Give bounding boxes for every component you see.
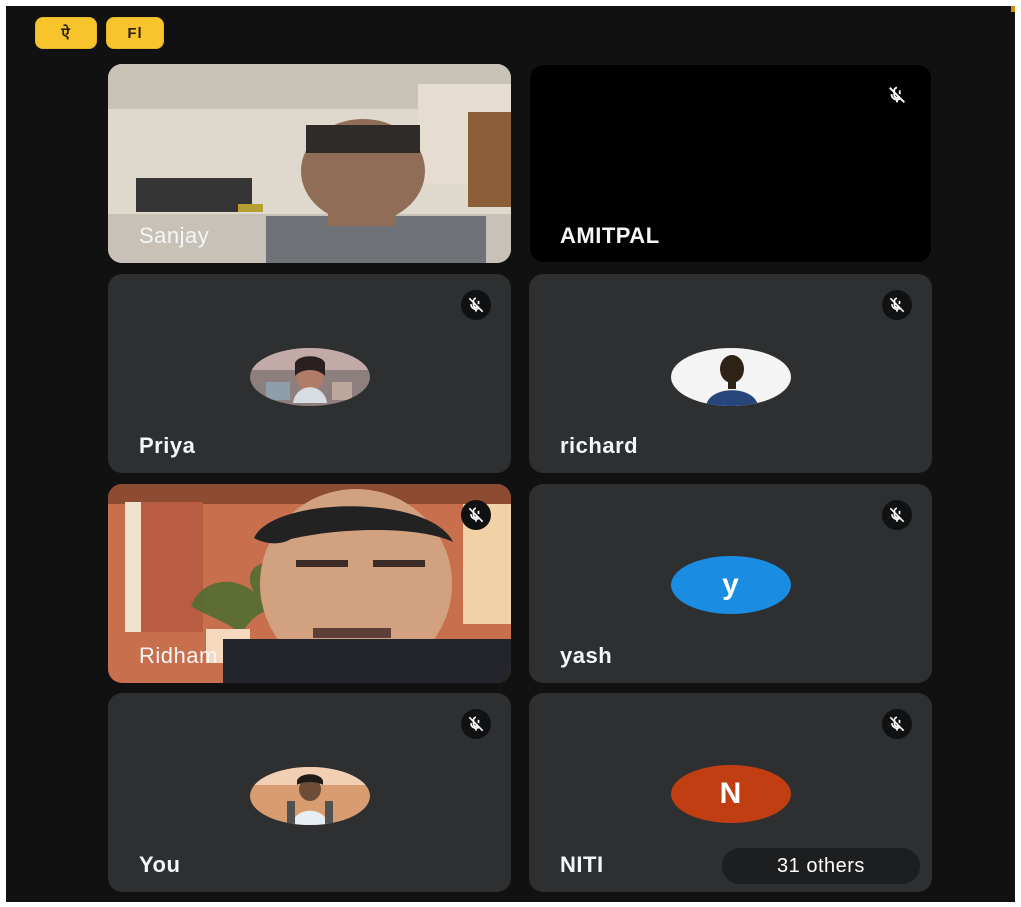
mic-off-icon xyxy=(882,500,912,530)
participant-name-you: You xyxy=(139,852,181,877)
participant-tile-priya[interactable]: Priya xyxy=(108,274,511,473)
layout-toggle-button[interactable]: Fl xyxy=(106,17,164,49)
mic-off-icon xyxy=(461,290,491,320)
layout-icon: Fl xyxy=(127,24,143,42)
caption-toggle-button[interactable]: ऐ xyxy=(35,17,97,49)
mic-off-icon xyxy=(461,500,491,530)
mic-off-icon xyxy=(461,709,491,739)
participant-name-ridham: Ridham xyxy=(139,643,218,668)
participant-tile-you[interactable]: You xyxy=(108,693,511,892)
participant-tile-niti[interactable]: N NITI 31 others xyxy=(529,693,932,892)
participant-avatar-yash: y xyxy=(670,556,791,614)
mic-off-icon xyxy=(882,80,912,110)
participant-name-priya: Priya xyxy=(139,433,196,458)
other-participants-button[interactable]: 31 others xyxy=(722,848,920,884)
participant-avatar-niti: N xyxy=(670,765,791,823)
participant-tile-sanjay[interactable]: Sanjay xyxy=(108,64,511,263)
corner-accent xyxy=(1011,6,1015,12)
participant-name-niti: NITI xyxy=(560,852,604,877)
participant-photo-you xyxy=(249,767,370,825)
meeting-window: ऐ Fl Sanjay AMITPAL Priya richard Ridham… xyxy=(6,6,1015,902)
participant-name-richard: richard xyxy=(560,433,639,458)
mic-off-icon xyxy=(882,290,912,320)
participant-photo-priya xyxy=(249,348,370,406)
participant-name-sanjay: Sanjay xyxy=(139,223,210,248)
participant-photo-richard xyxy=(670,348,791,406)
participant-tile-yash[interactable]: y yash xyxy=(529,484,932,683)
participant-tile-amitpal[interactable]: AMITPAL xyxy=(529,64,932,263)
participant-name-amitpal: AMITPAL xyxy=(560,223,660,248)
participant-tile-richard[interactable]: richard xyxy=(529,274,932,473)
participant-name-yash: yash xyxy=(560,643,613,668)
caption-icon: ऐ xyxy=(61,25,71,42)
mic-off-icon xyxy=(882,709,912,739)
participant-tile-ridham[interactable]: Ridham xyxy=(108,484,511,683)
